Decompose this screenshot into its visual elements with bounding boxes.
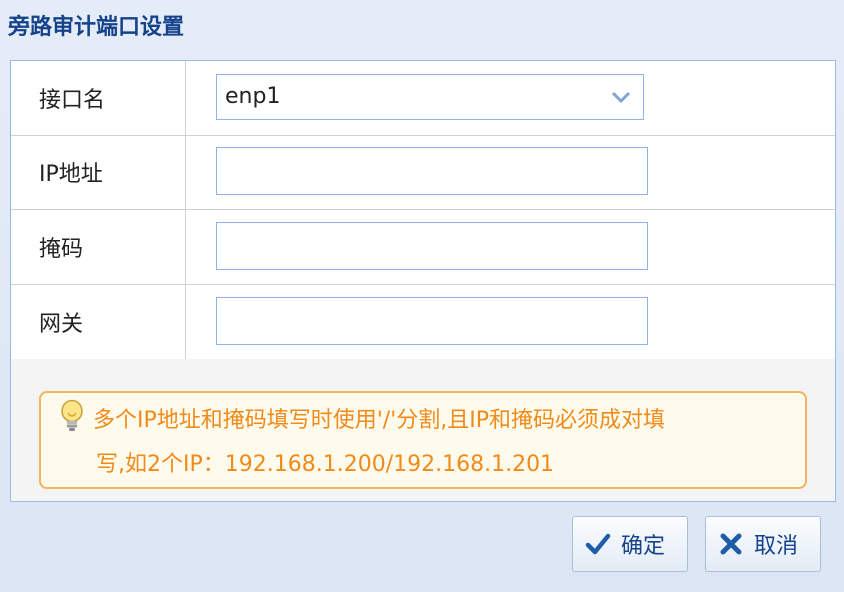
ip-address-input[interactable] bbox=[216, 147, 648, 195]
form-row-ip: IP地址 bbox=[11, 135, 835, 210]
gateway-input[interactable] bbox=[216, 297, 648, 345]
form-panel: 接口名 enp1 IP地址 掩码 网关 多个IP地址和掩码填写时使用'/'分割,… bbox=[10, 60, 836, 502]
tip-text-line2: 写,如2个IP：192.168.1.200/192.168.1.201 bbox=[96, 452, 555, 477]
interface-select-value: enp1 bbox=[225, 84, 281, 109]
form-row-gateway: 网关 bbox=[11, 285, 835, 360]
form-row-mask: 掩码 bbox=[11, 210, 835, 285]
ip-label: IP地址 bbox=[11, 135, 186, 209]
tip-box: 多个IP地址和掩码填写时使用'/'分割,且IP和掩码必须成对填 写,如2个IP：… bbox=[39, 391, 807, 489]
interface-select[interactable]: enp1 bbox=[216, 74, 644, 120]
dialog-footer: 确定 取消 bbox=[0, 502, 844, 592]
tip-text-line1: 多个IP地址和掩码填写时使用'/'分割,且IP和掩码必须成对填 bbox=[93, 408, 666, 433]
x-icon bbox=[720, 533, 742, 555]
checkmark-icon bbox=[585, 533, 611, 555]
gateway-label: 网关 bbox=[11, 285, 186, 359]
mask-input[interactable] bbox=[216, 222, 648, 270]
port-settings-dialog: 旁路审计端口设置 接口名 enp1 IP地址 掩码 网关 多个IP地址和掩码填写… bbox=[0, 0, 844, 592]
form-row-interface: 接口名 enp1 bbox=[11, 61, 835, 136]
mask-label: 掩码 bbox=[11, 210, 186, 284]
chevron-down-icon[interactable] bbox=[609, 85, 633, 109]
tip-area: 多个IP地址和掩码填写时使用'/'分割,且IP和掩码必须成对填 写,如2个IP：… bbox=[11, 359, 835, 501]
interface-label: 接口名 bbox=[11, 61, 186, 135]
confirm-button-label: 确定 bbox=[621, 534, 666, 559]
cancel-button-label: 取消 bbox=[754, 534, 799, 559]
dialog-title: 旁路审计端口设置 bbox=[8, 15, 185, 40]
cancel-button[interactable]: 取消 bbox=[705, 516, 821, 572]
confirm-button[interactable]: 确定 bbox=[572, 516, 688, 572]
lightbulb-icon bbox=[61, 399, 83, 431]
